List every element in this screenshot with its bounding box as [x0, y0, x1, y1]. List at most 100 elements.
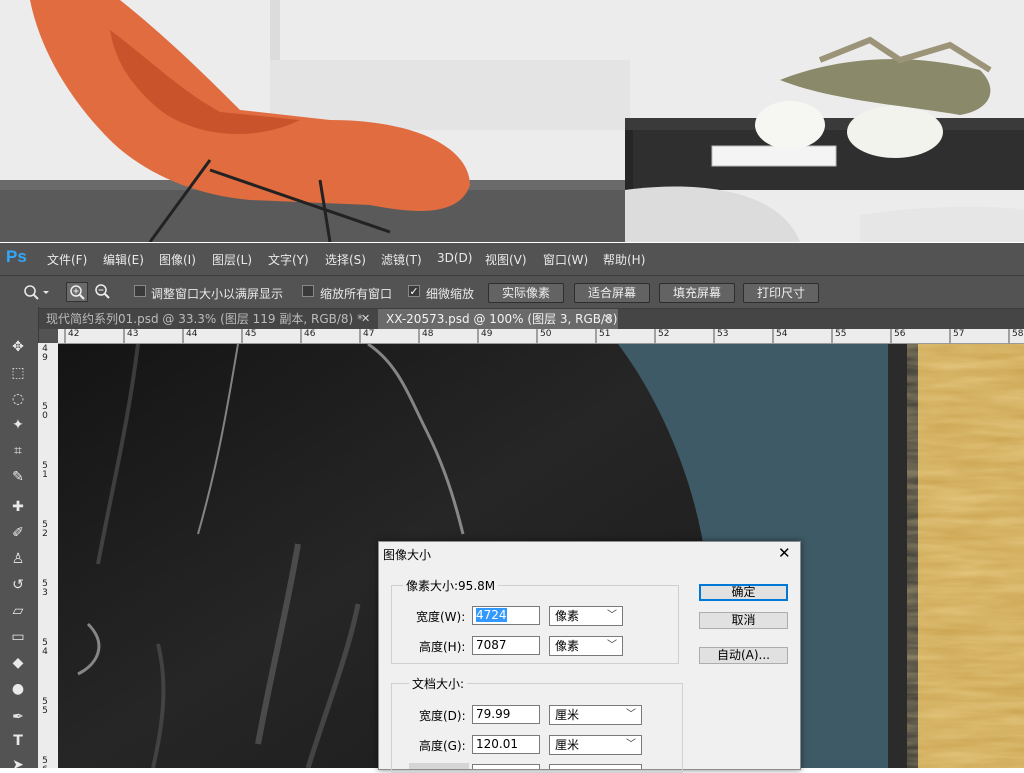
zoom-tool-icon[interactable]	[22, 284, 50, 300]
doc-height-unit-select[interactable]: 厘米 ﹀	[549, 735, 642, 755]
auto-button[interactable]: 自动(A)...	[699, 647, 788, 664]
menu-filter[interactable]: 滤镜(T)	[381, 251, 422, 268]
path-select-icon[interactable]: ➤	[8, 755, 28, 768]
menu-bar: Ps 文件(F) 编辑(E) 图像(I) 图层(L) 文字(Y) 选择(S) 滤…	[0, 243, 1024, 275]
menu-view[interactable]: 视图(V)	[485, 251, 527, 268]
width-unit-value: 像素	[555, 609, 580, 623]
print-size-button[interactable]: 打印尺寸	[743, 283, 819, 303]
tools-panel: ✥ ⬚ ◌ ✦ ⌗ ✎ ✚ ✐ ♙ ↺ ▱ ▭ ◆ ● ✒ T ➤	[0, 307, 39, 768]
doc-height-unit-value: 厘米	[555, 738, 580, 752]
width-input[interactable]: 4724	[472, 606, 540, 625]
history-brush-icon[interactable]: ↺	[8, 575, 28, 595]
tab-close-icon[interactable]: ✕	[603, 312, 612, 325]
scrubby-zoom-label: 细微缩放	[426, 287, 475, 301]
move-icon[interactable]: ✥	[8, 337, 28, 357]
interior-photo	[0, 0, 1024, 242]
pen-icon[interactable]: ✒	[8, 707, 28, 727]
menu-3d[interactable]: 3D(D)	[437, 251, 472, 265]
ruler-label: 5 0	[42, 402, 48, 421]
healing-icon[interactable]: ✚	[8, 497, 28, 517]
width-label: 宽度(W):	[416, 610, 466, 624]
resolution-label-partial	[409, 763, 469, 769]
ruler-label: 4 9	[42, 344, 48, 363]
tab-document-1[interactable]: 现代简约系列01.psd @ 33.3% (图层 119 副本, RGB/8) …	[38, 309, 376, 329]
zoom-in-icon[interactable]	[66, 282, 88, 302]
tab-title: XX-20573.psd @ 100% (图层 3, RGB/8)	[386, 312, 618, 326]
photoshop-logo: Ps	[6, 247, 27, 266]
chevron-down-icon: ﹀	[607, 610, 617, 621]
zoom-all-label: 缩放所有窗口	[320, 287, 393, 301]
menu-image[interactable]: 图像(I)	[159, 251, 196, 268]
doc-width-unit-value: 厘米	[555, 708, 580, 722]
ruler-label: 51	[599, 329, 611, 339]
tab-document-2[interactable]: XX-20573.psd @ 100% (图层 3, RGB/8)	[378, 309, 618, 329]
ruler-label: 55	[835, 329, 847, 339]
interior-illustration	[0, 0, 1024, 242]
menu-edit[interactable]: 编辑(E)	[103, 251, 144, 268]
ruler-label: 5 3	[42, 579, 48, 598]
width-unit-select[interactable]: 像素 ﹀	[549, 606, 623, 626]
scrubby-zoom-checkbox[interactable]: ✓	[408, 285, 420, 297]
menu-help[interactable]: 帮助(H)	[603, 251, 645, 268]
eraser-icon[interactable]: ▱	[8, 601, 28, 621]
crop-icon[interactable]: ⌗	[8, 441, 28, 461]
type-icon[interactable]: T	[8, 731, 28, 751]
lasso-icon[interactable]: ◌	[8, 389, 28, 409]
cancel-button[interactable]: 取消	[699, 612, 788, 629]
resolution-input-partial[interactable]	[472, 764, 540, 769]
fill-screen-button[interactable]: 填充屏幕	[659, 283, 735, 303]
doc-width-input[interactable]: 79.99	[472, 705, 540, 724]
resolution-unit-partial[interactable]	[549, 764, 642, 769]
zoom-out-icon[interactable]	[92, 282, 114, 302]
doc-height-input[interactable]: 120.01	[472, 735, 540, 754]
actual-pixels-button[interactable]: 实际像素	[488, 283, 564, 303]
ruler-label: 45	[245, 329, 257, 339]
height-unit-value: 像素	[555, 639, 580, 653]
horizontal-ruler: 42 43 44 45 46 47 48 49 50 51 52 53 54 5…	[58, 329, 1024, 344]
resize-windows-label: 调整窗口大小以满屏显示	[151, 287, 284, 301]
menu-select[interactable]: 选择(S)	[325, 251, 366, 268]
ruler-label: 52	[658, 329, 670, 339]
menu-layer[interactable]: 图层(L)	[212, 251, 252, 268]
fit-screen-button[interactable]: 适合屏幕	[574, 283, 650, 303]
marquee-icon[interactable]: ⬚	[8, 363, 28, 383]
height-input[interactable]: 7087	[472, 636, 540, 655]
eyedropper-icon[interactable]: ✎	[8, 467, 28, 487]
blur-icon[interactable]: ◆	[8, 653, 28, 673]
dialog-title: 图像大小	[383, 548, 432, 562]
ruler-label: 42	[68, 329, 80, 339]
height-unit-select[interactable]: 像素 ﹀	[549, 636, 623, 656]
doc-width-unit-select[interactable]: 厘米 ﹀	[549, 705, 642, 725]
ruler-label: 43	[127, 329, 139, 339]
chevron-down-icon: ﹀	[607, 640, 617, 651]
document-size-group	[391, 683, 683, 773]
magic-wand-icon[interactable]: ✦	[8, 415, 28, 435]
gradient-icon[interactable]: ▭	[8, 627, 28, 647]
menu-window[interactable]: 窗口(W)	[543, 251, 588, 268]
chevron-down-icon: ﹀	[626, 739, 636, 750]
brush-icon[interactable]: ✐	[8, 523, 28, 543]
image-size-dialog: 图像大小 ✕ 像素大小:95.8M 宽度(W): 4724 像素 ﹀ 高度(H)…	[378, 541, 801, 773]
close-icon[interactable]: ✕	[778, 544, 791, 562]
ruler-label: 48	[422, 329, 434, 339]
doc-height-label: 高度(G):	[419, 739, 466, 753]
tab-close-icon[interactable]: ✕	[361, 312, 370, 325]
pixel-dimensions-title: 像素大小:95.8M	[403, 577, 499, 594]
ruler-label: 53	[717, 329, 729, 339]
ruler-label: 5 5	[42, 697, 48, 716]
ok-button[interactable]: 确定	[699, 584, 788, 601]
document-size-title: 文档大小:	[409, 675, 468, 692]
ruler-label: 58	[1012, 329, 1024, 339]
ruler-label: 57	[953, 329, 965, 339]
ruler-label: 56	[894, 329, 906, 339]
menu-type[interactable]: 文字(Y)	[268, 251, 309, 268]
menu-file[interactable]: 文件(F)	[47, 251, 87, 268]
ruler-label: 46	[304, 329, 316, 339]
resize-windows-checkbox[interactable]	[134, 285, 146, 297]
zoom-all-checkbox[interactable]	[302, 285, 314, 297]
ruler-label: 5 1	[42, 461, 48, 480]
dodge-icon[interactable]: ●	[8, 679, 28, 699]
stamp-icon[interactable]: ♙	[8, 549, 28, 569]
height-label: 高度(H):	[419, 640, 466, 654]
ruler-label: 5 4	[42, 638, 48, 657]
